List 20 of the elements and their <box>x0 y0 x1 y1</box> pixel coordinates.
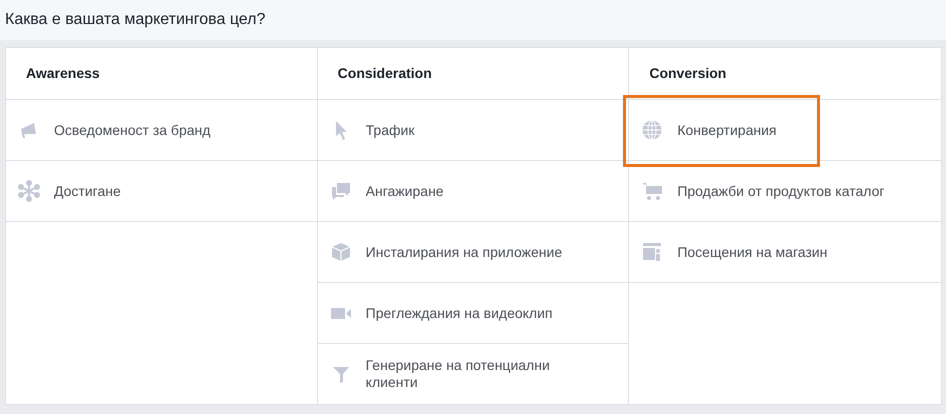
question-title: Каква е вашата маркетингова цел? <box>5 10 266 30</box>
objective-option[interactable]: Ангажиране <box>318 161 628 221</box>
objective-option[interactable]: Трафик <box>318 100 628 160</box>
network-icon <box>18 180 40 202</box>
column-heading: Consideration <box>338 64 432 83</box>
objective-option[interactable]: Конвертирания <box>629 100 941 160</box>
objective-option[interactable]: Генериране на потенциални клиенти <box>318 344 628 404</box>
storefront-icon <box>641 241 664 263</box>
objective-option[interactable]: Инсталирания на приложение <box>318 222 628 282</box>
objective-option[interactable]: Посещения на магазин <box>629 222 941 282</box>
globe-icon <box>641 119 664 141</box>
shopping-cart-icon <box>641 180 664 202</box>
cube-icon <box>330 241 352 263</box>
column-heading: Conversion <box>649 64 726 83</box>
column-heading: Awareness <box>26 64 100 83</box>
objective-option[interactable]: Достигане <box>6 161 317 221</box>
chat-icon <box>330 180 352 202</box>
objective-option[interactable]: Продажби от продуктов каталог <box>629 161 941 221</box>
objective-option[interactable]: Преглеждания на видеоклип <box>318 283 628 343</box>
objective-option[interactable]: Осведоменост за бранд <box>6 100 317 160</box>
